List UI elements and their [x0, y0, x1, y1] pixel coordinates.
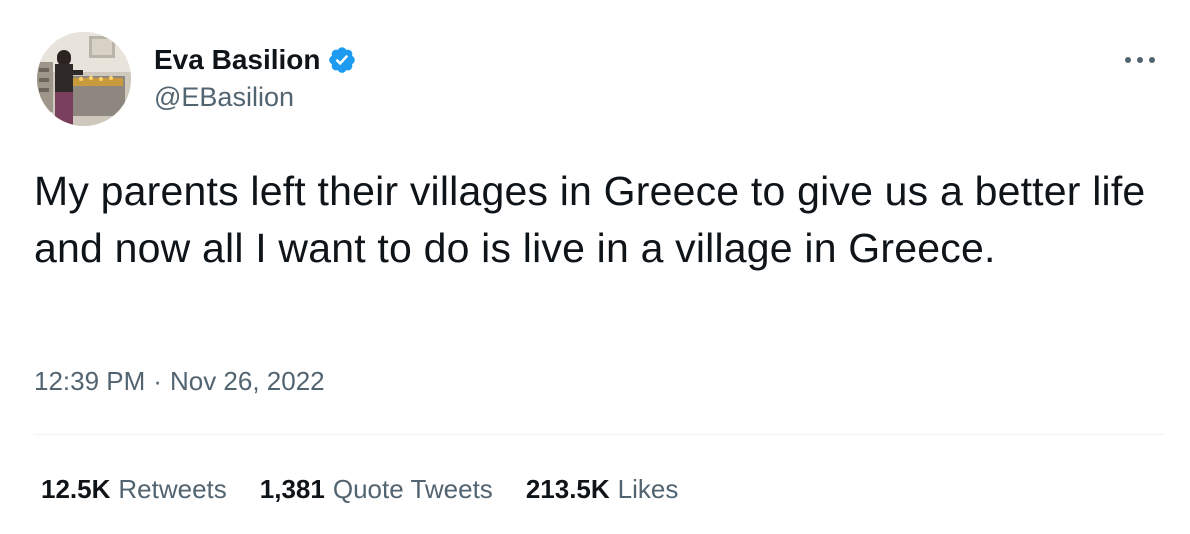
- tweet-text: My parents left their villages in Greece…: [34, 168, 1146, 271]
- verified-badge-icon: [327, 45, 357, 75]
- quote-tweets-label: Quote Tweets: [332, 474, 493, 504]
- retweets-count: 12.5K: [41, 474, 111, 504]
- meta-separator: ·: [153, 366, 162, 396]
- tweet-card: Eva Basilion @EBasilion My parents left …: [0, 0, 1190, 534]
- tweet-date[interactable]: Nov 26, 2022: [170, 366, 325, 397]
- user-info: Eva Basilion @EBasilion: [154, 42, 357, 113]
- divider: [34, 434, 1165, 435]
- avatar[interactable]: [37, 32, 131, 126]
- user-handle[interactable]: @EBasilion: [154, 82, 357, 113]
- quote-tweets-count: 1,381: [259, 474, 325, 504]
- likes-label: Likes: [617, 474, 679, 504]
- display-name[interactable]: Eva Basilion: [154, 44, 321, 76]
- tweet-timestamp: 12:39 PM · Nov 26, 2022: [34, 366, 325, 397]
- tweet-stats: 12.5K Retweets 1,381 Quote Tweets 213.5K…: [41, 474, 711, 505]
- retweets-stat[interactable]: 12.5K Retweets: [41, 474, 227, 505]
- name-row: Eva Basilion: [154, 42, 357, 78]
- more-options-icon[interactable]: [1118, 42, 1162, 78]
- likes-stat[interactable]: 213.5K Likes: [526, 474, 679, 505]
- retweets-label: Retweets: [118, 474, 227, 504]
- likes-count: 213.5K: [525, 474, 610, 504]
- avatar-photo: [37, 32, 131, 126]
- tweet-time[interactable]: 12:39 PM: [34, 366, 145, 397]
- quote-tweets-stat[interactable]: 1,381 Quote Tweets: [260, 474, 493, 505]
